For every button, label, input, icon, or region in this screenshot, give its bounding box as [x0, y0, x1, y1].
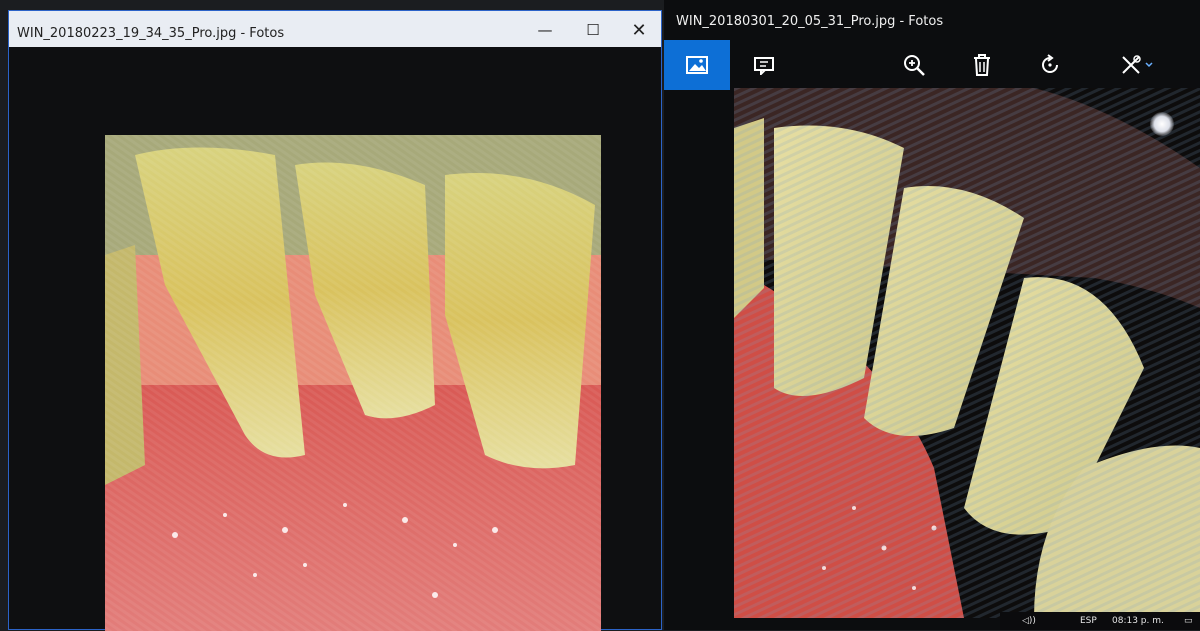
maximize-button[interactable]: ☐ — [573, 17, 613, 43]
clock[interactable]: 08:13 p. m. — [1112, 616, 1164, 626]
photo-view[interactable] — [105, 135, 601, 631]
slideshow-icon — [754, 57, 774, 75]
volume-icon[interactable]: ◁)) — [1022, 616, 1036, 626]
zoom-in-button[interactable] — [886, 40, 942, 90]
notification-icon[interactable]: ▭ — [1184, 616, 1193, 626]
taskbar-tray: ◁)) ESP 08:13 p. m. ▭ — [1000, 612, 1200, 630]
delete-button[interactable] — [954, 40, 1010, 90]
delete-icon — [974, 54, 990, 76]
rotate-button[interactable] — [1022, 40, 1078, 90]
edit-button[interactable] — [1110, 40, 1166, 90]
zoom-in-icon — [904, 55, 925, 76]
chevron-down-icon — [1145, 62, 1153, 68]
window-title: WIN_20180223_19_34_35_Pro.jpg - Fotos — [17, 26, 285, 41]
dental-photo — [105, 135, 601, 631]
image-view-button[interactable] — [664, 40, 730, 90]
rotate-icon — [1042, 54, 1058, 73]
dental-photo — [734, 88, 1200, 618]
slideshow-button[interactable] — [736, 40, 792, 90]
photos-window-left: WIN_20180223_19_34_35_Pro.jpg - Fotos — … — [8, 10, 662, 631]
title-bar[interactable]: WIN_20180301_20_05_31_Pro.jpg - Fotos — [664, 0, 1200, 40]
minimize-button[interactable]: — — [525, 17, 565, 43]
title-bar[interactable]: WIN_20180223_19_34_35_Pro.jpg - Fotos — … — [9, 11, 661, 47]
light-reflection — [1150, 112, 1174, 136]
photo-toolbar — [664, 40, 1200, 90]
photo-view[interactable] — [734, 88, 1200, 618]
close-button[interactable]: ✕ — [619, 17, 659, 43]
edit-icon — [1122, 55, 1153, 74]
window-title: WIN_20180301_20_05_31_Pro.jpg - Fotos — [676, 14, 944, 29]
language-indicator[interactable]: ESP — [1080, 616, 1097, 626]
photos-window-right: WIN_20180301_20_05_31_Pro.jpg - Fotos — [664, 0, 1200, 630]
image-view-icon — [686, 56, 708, 74]
